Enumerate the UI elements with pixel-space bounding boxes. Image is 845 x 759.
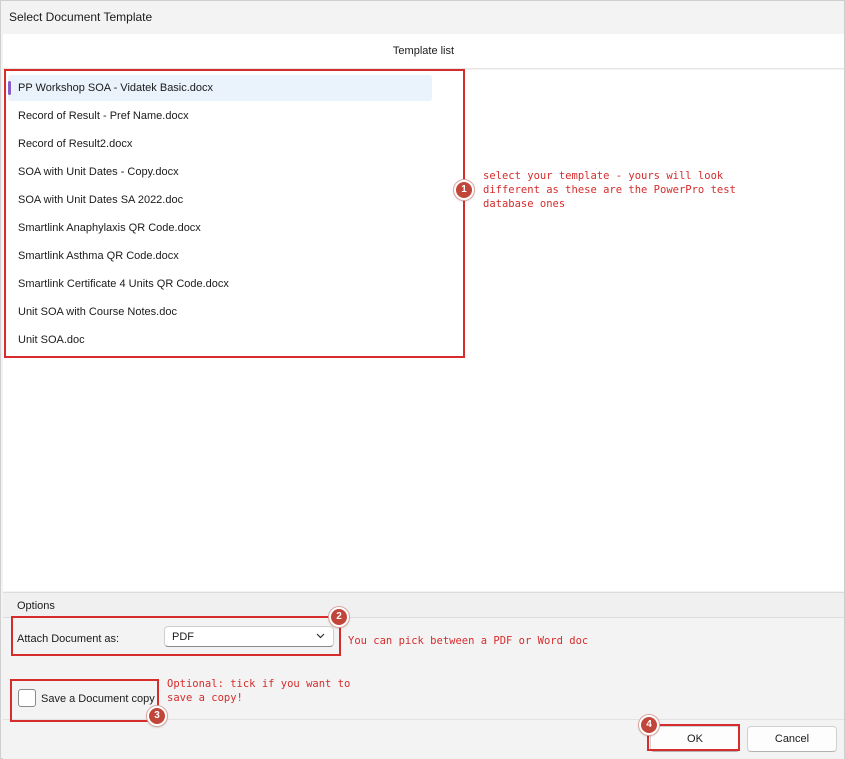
- title-bar[interactable]: Select Document Template: [1, 1, 844, 33]
- template-item-label: Smartlink Anaphylaxis QR Code.docx: [18, 222, 201, 234]
- template-list-item[interactable]: PP Workshop SOA - Vidatek Basic.docx: [8, 75, 432, 101]
- ok-button-label: OK: [687, 733, 703, 745]
- annotation-badge-2: 2: [329, 607, 349, 627]
- template-list-item[interactable]: Unit SOA.doc: [8, 327, 432, 353]
- template-list-header-label: Template list: [392, 45, 455, 57]
- annotation-note-2: You can pick between a PDF or Word doc: [348, 635, 589, 647]
- template-list-item[interactable]: Smartlink Certificate 4 Units QR Code.do…: [8, 271, 432, 297]
- template-item-label: PP Workshop SOA - Vidatek Basic.docx: [18, 82, 214, 94]
- template-list-item[interactable]: Smartlink Anaphylaxis QR Code.docx: [8, 215, 432, 241]
- annotation-note-3: Optional: tick if you want to save a cop…: [167, 677, 350, 705]
- template-item-label: Record of Result - Pref Name.docx: [18, 110, 189, 122]
- template-list-item[interactable]: SOA with Unit Dates - Copy.docx: [8, 159, 432, 185]
- template-list-item[interactable]: SOA with Unit Dates SA 2022.doc: [8, 187, 432, 213]
- options-section-header[interactable]: Options: [3, 592, 844, 618]
- annotation-note-1-line: database ones: [483, 198, 566, 210]
- annotation-note-1-line: different as these are the PowerPro test: [483, 184, 736, 196]
- cancel-button[interactable]: Cancel: [747, 726, 837, 752]
- options-header-label: Options: [17, 600, 55, 612]
- template-item-label: Smartlink Asthma QR Code.docx: [18, 250, 179, 262]
- save-document-copy-checkbox[interactable]: [18, 689, 36, 707]
- annotation-badge-4: 4: [639, 715, 659, 735]
- template-item-label: SOA with Unit Dates - Copy.docx: [18, 166, 179, 178]
- annotation-badge-1: 1: [454, 180, 474, 200]
- template-list-item[interactable]: Record of Result - Pref Name.docx: [8, 103, 432, 129]
- template-item-label: Record of Result2.docx: [18, 138, 133, 150]
- template-list-item[interactable]: Record of Result2.docx: [8, 131, 432, 157]
- template-item-label: SOA with Unit Dates SA 2022.doc: [18, 194, 184, 206]
- save-document-copy-label[interactable]: Save a Document copy: [41, 693, 155, 705]
- attach-format-value: PDF: [172, 631, 194, 643]
- annotation-note-3-line: Optional: tick if you want to: [167, 678, 351, 690]
- attach-format-select[interactable]: PDF: [164, 626, 334, 647]
- template-list-item[interactable]: Unit SOA with Course Notes.doc: [8, 299, 432, 325]
- annotation-note-1-line: select your template - yours will look: [483, 170, 724, 182]
- template-item-label: Unit SOA with Course Notes.doc: [18, 306, 177, 318]
- selection-indicator: [8, 81, 11, 95]
- attach-document-label: Attach Document as:: [17, 633, 120, 645]
- annotation-note-3-line: save a copy!: [167, 692, 243, 704]
- template-list: PP Workshop SOA - Vidatek Basic.docx Rec…: [3, 70, 844, 591]
- window-title: Select Document Template: [9, 10, 153, 24]
- template-item-label: Smartlink Certificate 4 Units QR Code.do…: [18, 278, 229, 290]
- cancel-button-label: Cancel: [774, 733, 810, 745]
- template-list-item[interactable]: Smartlink Asthma QR Code.docx: [8, 243, 432, 269]
- annotation-badge-3: 3: [147, 706, 167, 726]
- ok-button[interactable]: OK: [650, 726, 740, 752]
- annotation-note-1: select your template - yours will look d…: [483, 169, 736, 211]
- template-item-label: Unit SOA.doc: [18, 334, 85, 346]
- chevron-down-icon: [315, 630, 326, 644]
- template-list-header: Template list: [3, 34, 844, 69]
